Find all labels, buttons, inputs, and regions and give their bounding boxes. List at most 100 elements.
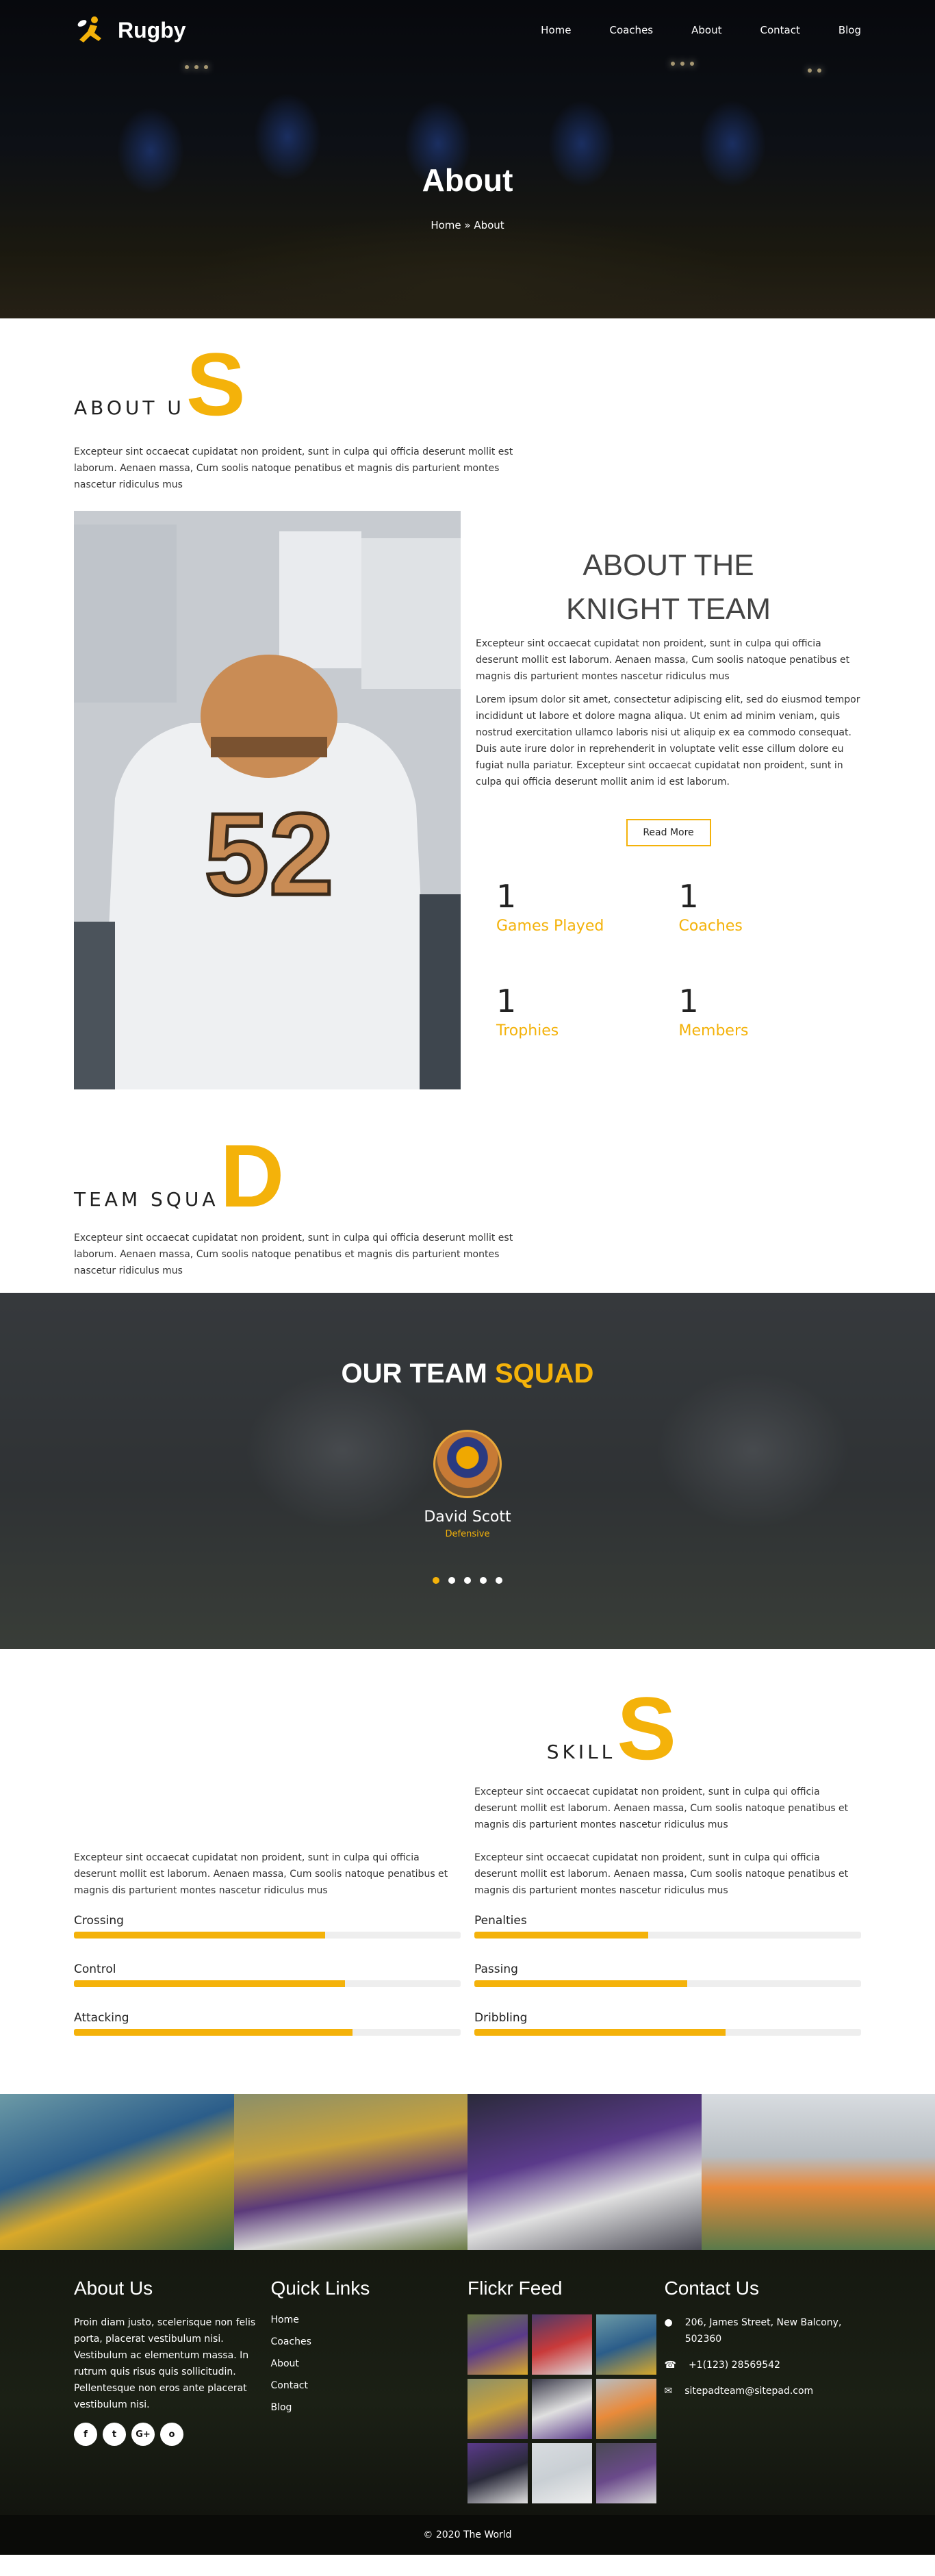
slider-dot-4[interactable] — [480, 1577, 487, 1584]
contact-email: ✉ sitepadteam@sitepad.com — [665, 2383, 862, 2399]
facebook-icon[interactable]: f — [74, 2423, 97, 2446]
footer-contact: Contact Us ● 206, James Street, New Balc… — [665, 2277, 862, 2503]
member-avatar — [433, 1430, 502, 1498]
stat-coaches: 1 Coaches — [679, 879, 862, 935]
instagram-icon[interactable]: o — [160, 2423, 183, 2446]
brand-name: Rugby — [118, 17, 186, 42]
flickr-title: Flickr Feed — [467, 2277, 563, 2299]
social-links: f t G+ o — [74, 2423, 271, 2446]
skills-heading-big: S — [617, 1678, 676, 1778]
contact-title: Contact Us — [664, 2277, 760, 2299]
hero-banner: Rugby Home Coaches About Contact Blog Ab… — [0, 0, 935, 318]
flickr-photo[interactable] — [596, 2443, 656, 2503]
flickr-grid — [467, 2314, 665, 2503]
skill-label: Crossing — [74, 1914, 124, 1928]
footer-quick-links: Quick Links Home Coaches About Contact B… — [271, 2277, 468, 2503]
skill-bar-attacking — [74, 2029, 461, 2036]
brand-logo[interactable]: Rugby — [74, 15, 186, 45]
footer-link-home[interactable]: Home — [271, 2314, 468, 2325]
site-footer: About Us Proin diam justo, scelerisque n… — [0, 2250, 935, 2555]
flickr-photo[interactable] — [532, 2314, 592, 2375]
skills-heading: SKILL S — [547, 1676, 676, 1778]
stats-grid: 1 Games Played 1 Coaches 1 Trophies 1 Me… — [476, 879, 861, 1039]
skill-bar-penalties — [474, 1932, 861, 1939]
nav-about[interactable]: About — [691, 24, 721, 36]
photo-gallery — [0, 2094, 935, 2250]
slider-dot-5[interactable] — [496, 1577, 502, 1584]
footer-link-coaches[interactable]: Coaches — [271, 2336, 468, 2347]
member-role: Defensive — [445, 1529, 490, 1539]
page-title: About — [422, 162, 513, 198]
flickr-photo[interactable] — [532, 2379, 592, 2439]
slider-dots — [0, 1577, 935, 1584]
read-more-button[interactable]: Read More — [626, 819, 711, 846]
footer-about: About Us Proin diam justo, scelerisque n… — [74, 2277, 271, 2503]
gallery-photo-3[interactable] — [467, 2094, 702, 2250]
stat-members: 1 Members — [679, 984, 862, 1039]
flickr-photo[interactable] — [596, 2314, 656, 2375]
stat-label: Members — [678, 1022, 749, 1039]
skills-right-bars: Penalties Passing Dribbling — [474, 1914, 861, 2036]
gallery-photo-1[interactable] — [0, 2094, 234, 2250]
flickr-photo[interactable] — [532, 2443, 592, 2503]
about-paragraph-1: Excepteur sint occaecat cupidatat non pr… — [476, 638, 850, 682]
about-heading: ABOUT U S — [74, 332, 861, 429]
flickr-photo[interactable] — [467, 2443, 528, 2503]
contact-address: ● 206, James Street, New Balcony, 502360 — [665, 2314, 862, 2347]
stat-label: Coaches — [678, 918, 743, 935]
location-pin-icon: ● — [664, 2317, 673, 2328]
gallery-photo-2[interactable] — [233, 2094, 467, 2250]
skills-right-text: Excepteur sint occaecat cupidatat non pr… — [474, 1852, 849, 1896]
address-text: 206, James Street, New Balcony, 502360 — [684, 2317, 842, 2345]
footer-link-blog[interactable]: Blog — [271, 2402, 468, 2413]
flickr-photo[interactable] — [467, 2314, 528, 2375]
nav-blog[interactable]: Blog — [838, 24, 861, 36]
skill-bar-fill — [474, 1932, 649, 1939]
footer-link-contact[interactable]: Contact — [271, 2380, 468, 2391]
team-heading-big: D — [220, 1126, 285, 1226]
nav-home[interactable]: Home — [541, 24, 571, 36]
squad-title: OUR TEAM SQUAD — [0, 1359, 935, 1389]
envelope-icon: ✉ — [664, 2386, 673, 2397]
stat-number: 1 — [678, 878, 699, 915]
skills-left-text: Excepteur sint occaecat cupidatat non pr… — [74, 1852, 448, 1896]
twitter-icon[interactable]: t — [103, 2423, 126, 2446]
skill-bar-fill — [74, 1932, 326, 1939]
skill-label: Control — [74, 1962, 116, 1976]
squad-title-yellow: SQUAD — [494, 1359, 594, 1389]
about-section: ABOUT U S Excepteur sint occaecat cupida… — [74, 332, 861, 1279]
google-plus-icon[interactable]: G+ — [131, 2423, 155, 2446]
skills-intro: Excepteur sint occaecat cupidatat non pr… — [474, 1786, 849, 1830]
phone-text[interactable]: +1(123) 28569542 — [689, 2357, 780, 2373]
slider-dot-3[interactable] — [464, 1577, 471, 1584]
footer-about-text: Proin diam justo, scelerisque non felis … — [74, 2317, 256, 2410]
skill-bar-fill — [474, 1980, 687, 1987]
player-52-photo: 52 — [74, 511, 461, 1089]
breadcrumb[interactable]: Home » About — [0, 219, 935, 231]
skill-label: Dribbling — [474, 2011, 528, 2025]
phone-icon: ☎ — [664, 2360, 676, 2371]
gallery-photo-4[interactable] — [701, 2094, 935, 2250]
email-text[interactable]: sitepadteam@sitepad.com — [684, 2383, 813, 2399]
stat-number: 1 — [678, 983, 699, 1020]
squad-slider: OUR TEAM SQUAD David Scott Defensive — [0, 1293, 935, 1649]
nav-contact[interactable]: Contact — [760, 24, 799, 36]
flickr-photo[interactable] — [596, 2379, 656, 2439]
about-text-column: ABOUT THE KNIGHT TEAM Excepteur sint occ… — [461, 511, 861, 1089]
slider-dot-2[interactable] — [448, 1577, 455, 1584]
about-paragraph-2: Lorem ipsum dolor sit amet, consectetur … — [476, 694, 860, 787]
nav-coaches[interactable]: Coaches — [609, 24, 653, 36]
about-intro: Excepteur sint occaecat cupidatat non pr… — [74, 446, 513, 490]
footer-link-about[interactable]: About — [271, 2358, 468, 2369]
skills-right: Excepteur sint occaecat cupidatat non pr… — [474, 1849, 861, 2060]
svg-text:52: 52 — [204, 790, 333, 920]
slider-dot-1[interactable] — [433, 1577, 439, 1584]
skill-label: Passing — [474, 1962, 518, 1976]
nav-menu: Home Coaches About Contact Blog — [541, 24, 861, 36]
stat-number: 1 — [496, 983, 517, 1020]
player-photo-art: 52 — [74, 511, 461, 1089]
skill-bar-fill — [74, 1980, 345, 1987]
footer-flickr: Flickr Feed — [467, 2277, 665, 2503]
flickr-photo[interactable] — [467, 2379, 528, 2439]
skills-left-bars: Crossing Control Attacking — [74, 1914, 461, 2036]
